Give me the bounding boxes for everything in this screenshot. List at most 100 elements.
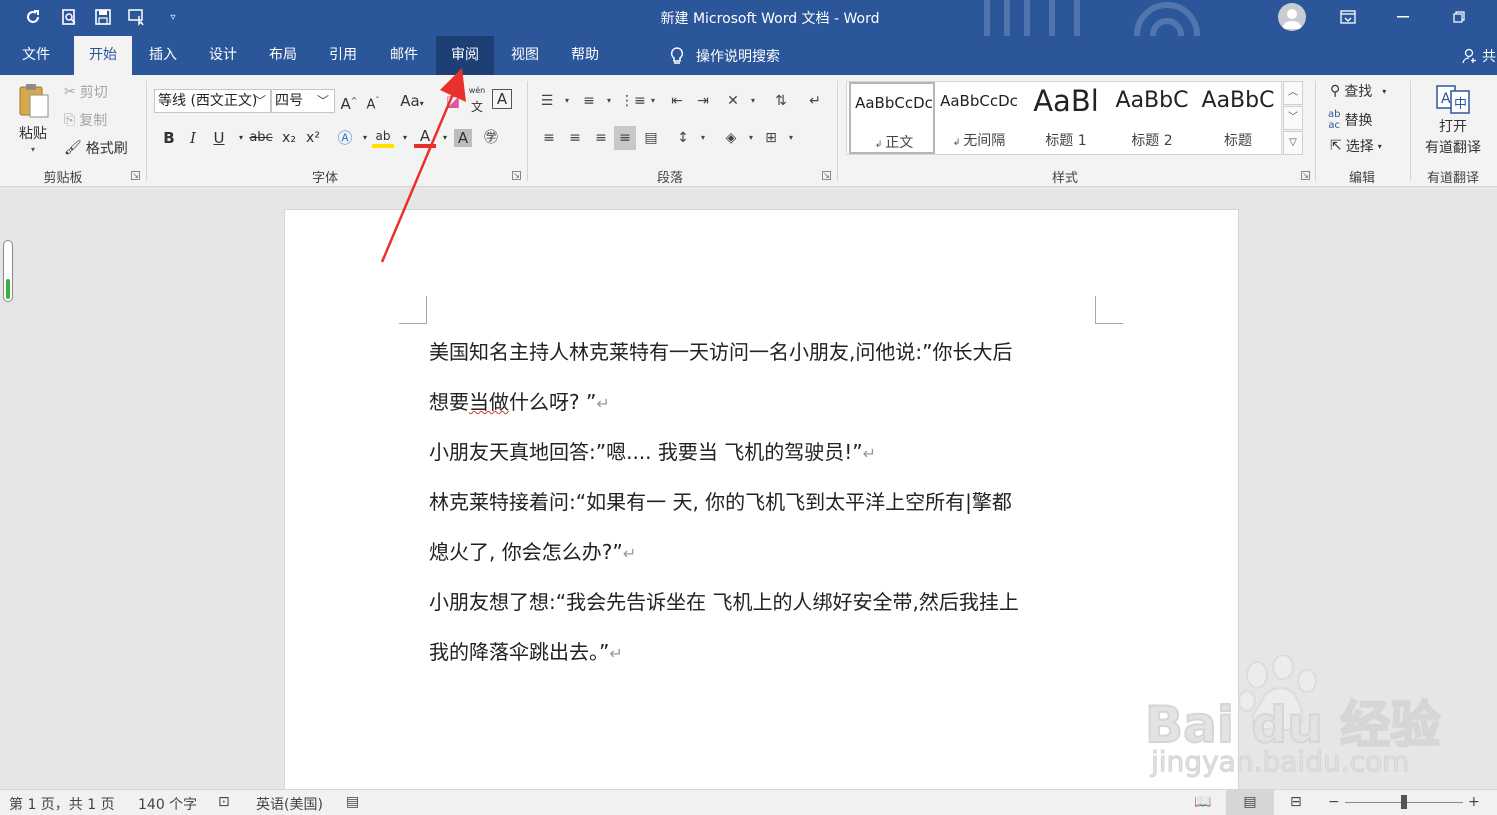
copy-button[interactable]: ⎘ 复制 (64, 110, 107, 130)
paste-button[interactable]: 粘贴 ▾ (16, 81, 50, 154)
underline-button[interactable]: U (208, 126, 230, 150)
tab-review[interactable]: 审阅 (436, 36, 494, 75)
phonetic-guide-icon[interactable]: wén 文 (466, 87, 488, 115)
highlight-dropdown-icon[interactable]: ▾ (394, 126, 416, 150)
read-mode-icon[interactable]: 📖 (1194, 794, 1211, 810)
clipboard-launcher-icon[interactable]: ↘ (131, 171, 140, 180)
document-line-1[interactable]: 美国知名主持人林克莱特有一天访问一名小朋友,问他说:”你长大后 (429, 336, 1012, 365)
tab-references[interactable]: 引用 (316, 36, 370, 75)
increase-indent-icon[interactable]: ⇥ (692, 89, 714, 113)
web-layout-icon[interactable]: ⊟ (1290, 794, 1302, 810)
bullets-icon[interactable]: ☰ (536, 89, 558, 113)
distributed-icon[interactable]: ▤ (640, 126, 662, 150)
shrink-font-icon[interactable]: Aˇ (362, 89, 384, 113)
print-preview-icon[interactable] (58, 6, 80, 28)
ribbon-display-options-icon[interactable] (1325, 0, 1371, 34)
align-center-icon[interactable]: ≡ (564, 126, 586, 150)
font-color-icon[interactable]: A (414, 126, 436, 148)
change-case-button[interactable]: Aa▾ (394, 89, 430, 113)
select-button[interactable]: ⇱ 选择 ▾ (1330, 136, 1382, 156)
multilevel-list-icon[interactable]: ⋮≡ (620, 89, 646, 113)
zoom-out-icon[interactable]: − (1328, 794, 1340, 810)
style-title[interactable]: AaBbC 标题 (1195, 82, 1281, 154)
decrease-indent-icon[interactable]: ⇤ (666, 89, 688, 113)
superscript-button[interactable]: x² (302, 126, 324, 150)
gallery-scroll-up-icon[interactable]: ︿ (1283, 81, 1303, 105)
tab-design[interactable]: 设计 (196, 36, 250, 75)
page-count[interactable]: 第 1 页，共 1 页 (9, 794, 115, 814)
font-name-chevron-icon[interactable]: ﹀ (250, 89, 270, 113)
restore-icon[interactable] (1436, 0, 1482, 34)
tab-layout[interactable]: 布局 (256, 36, 310, 75)
tab-home[interactable]: 开始 (74, 36, 132, 75)
tell-me-search[interactable]: 操作说明搜索 (668, 36, 780, 75)
document-line-5[interactable]: 熄火了, 你会怎么办?”↵ (429, 536, 636, 565)
chinese-layout-dropdown-icon[interactable]: ▾ (742, 89, 764, 113)
tab-insert[interactable]: 插入 (136, 36, 190, 75)
tab-file[interactable]: 文件 (8, 36, 64, 75)
multilevel-dropdown-icon[interactable]: ▾ (642, 89, 664, 113)
enclose-characters-icon[interactable]: ㊫ (480, 126, 502, 150)
clear-formatting-icon[interactable]: ◪ (442, 89, 464, 113)
style-no-spacing[interactable]: AaBbCcDc ↲ 无间隔 (936, 82, 1022, 154)
avatar[interactable] (1278, 3, 1306, 31)
touch-mode-icon[interactable] (126, 6, 148, 28)
customize-qat-icon[interactable]: ▿ (162, 6, 184, 28)
minimize-icon[interactable] (1380, 0, 1426, 34)
borders-dropdown-icon[interactable]: ▾ (780, 126, 802, 150)
document-line-3[interactable]: 小朋友天真地回答:”嗯.... 我要当 飞机的驾驶员!”↵ (429, 436, 876, 465)
chinese-layout-icon[interactable]: ✕ (722, 89, 744, 113)
style-heading-1[interactable]: AaBl 标题 1 (1023, 82, 1109, 154)
highlight-icon[interactable]: ab (372, 126, 394, 148)
document-line-4[interactable]: 林克莱特接着问:“如果有一 天, 你的飞机飞到太平洋上空所有|擎都 (429, 486, 1012, 515)
tab-mailings[interactable]: 邮件 (376, 36, 432, 75)
youdao-translate-button[interactable]: A 中 打开 有道翻译 (1420, 83, 1486, 157)
share-button[interactable]: 共 (1462, 46, 1496, 66)
gallery-scroll-down-icon[interactable]: ﹀ (1283, 106, 1303, 130)
character-border-icon[interactable]: A (492, 89, 512, 109)
font-launcher-icon[interactable]: ↘ (512, 171, 521, 180)
text-effects-icon[interactable]: Ⓐ (334, 126, 356, 150)
language-status[interactable]: 英语(美国) (256, 794, 323, 814)
print-layout-icon[interactable]: ▤ (1226, 790, 1274, 815)
replace-button[interactable]: ab ac 替换 (1328, 109, 1372, 131)
numbering-dropdown-icon[interactable]: ▾ (598, 89, 620, 113)
line-spacing-dropdown-icon[interactable]: ▾ (692, 126, 714, 150)
subscript-button[interactable]: x₂ (278, 126, 300, 150)
align-left-icon[interactable]: ≡ (538, 126, 560, 150)
document-line-2[interactable]: 想要当做什么呀? ”↵ (429, 386, 610, 415)
font-color-dropdown-icon[interactable]: ▾ (434, 126, 456, 150)
tab-view[interactable]: 视图 (498, 36, 552, 75)
bullets-dropdown-icon[interactable]: ▾ (556, 89, 578, 113)
grow-font-icon[interactable]: A^ (338, 89, 360, 113)
autosave-icon[interactable] (22, 6, 44, 28)
find-button[interactable]: ⚲ 查找 ▾ (1330, 81, 1386, 101)
format-painter-button[interactable]: 🖌 格式刷 (64, 138, 128, 158)
proofing-icon[interactable]: ⊡ (218, 794, 230, 810)
bold-button[interactable]: B (158, 126, 180, 150)
zoom-in-icon[interactable]: + (1468, 794, 1480, 810)
document-line-7[interactable]: 我的降落伞跳出去。”↵ (429, 636, 623, 665)
style-heading-2[interactable]: AaBbC 标题 2 (1109, 82, 1195, 154)
document-line-6[interactable]: 小朋友想了想:“我会先告诉坐在 飞机上的人绑好安全带,然后我挂上 (429, 586, 1019, 615)
shading-icon[interactable]: ◈ (720, 126, 742, 150)
italic-button[interactable]: I (182, 126, 204, 150)
styles-launcher-icon[interactable]: ↘ (1301, 171, 1310, 180)
cut-button[interactable]: ✂ 剪切 (64, 82, 108, 102)
paste-dropdown-icon[interactable]: ▾ (31, 145, 35, 154)
strikethrough-button[interactable]: abc (248, 126, 274, 150)
gallery-more-icon[interactable]: ▽ (1283, 131, 1303, 155)
character-shading-icon[interactable]: A (454, 129, 472, 147)
save-icon[interactable] (92, 6, 114, 28)
macro-icon[interactable]: ▤ (346, 794, 359, 810)
paragraph-launcher-icon[interactable]: ↘ (822, 171, 831, 180)
numbering-icon[interactable]: ≡ (578, 89, 600, 113)
align-right-icon[interactable]: ≡ (590, 126, 612, 150)
font-size-chevron-icon[interactable]: ﹀ (313, 89, 333, 113)
vertical-scroll-indicator[interactable] (3, 240, 13, 302)
show-marks-icon[interactable]: ↵ (804, 89, 826, 113)
sort-icon[interactable]: ⇅ (770, 89, 792, 113)
line-spacing-icon[interactable]: ↕ (672, 126, 694, 150)
style-normal[interactable]: AaBbCcDc ↲ 正文 (849, 82, 935, 154)
justify-icon[interactable]: ≡ (614, 126, 636, 150)
